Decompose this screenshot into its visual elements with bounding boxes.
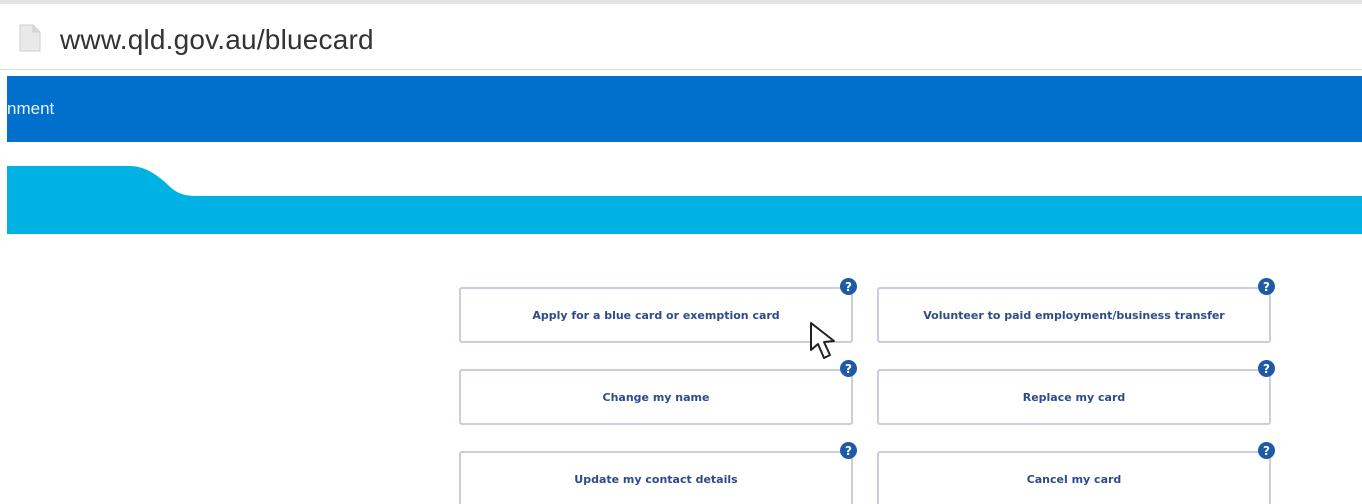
card-label: Volunteer to paid employment/business tr… xyxy=(923,308,1225,322)
screen: www.qld.gov.au/bluecard nment Apply for … xyxy=(0,0,1362,504)
change-my-name-button[interactable]: Change my name ? xyxy=(459,360,857,425)
card-label: Replace my card xyxy=(1022,390,1126,404)
update-contact-details-button[interactable]: Update my contact details ? xyxy=(459,442,857,504)
help-icon[interactable]: ? xyxy=(1258,442,1275,459)
apply-blue-card-button[interactable]: Apply for a blue card or exemption card … xyxy=(459,278,857,343)
help-icon[interactable]: ? xyxy=(1258,360,1275,377)
help-icon[interactable]: ? xyxy=(1258,278,1275,295)
page-ribbon xyxy=(7,166,1362,234)
card-label: Cancel my card xyxy=(1026,472,1122,486)
replace-my-card-button[interactable]: Replace my card ? xyxy=(877,360,1275,425)
browser-address-bar[interactable]: www.qld.gov.au/bluecard xyxy=(0,0,1362,70)
help-icon[interactable]: ? xyxy=(840,278,857,295)
site-header: nment xyxy=(7,76,1362,142)
card-label: Change my name xyxy=(602,390,710,404)
card-label: Update my contact details xyxy=(574,472,738,486)
url-text[interactable]: www.qld.gov.au/bluecard xyxy=(60,24,374,56)
cancel-my-card-button[interactable]: Cancel my card ? xyxy=(877,442,1275,504)
help-icon[interactable]: ? xyxy=(840,360,857,377)
header-partial-title[interactable]: nment xyxy=(7,99,54,119)
document-icon xyxy=(19,24,41,52)
mouse-cursor-icon xyxy=(810,322,835,359)
help-icon[interactable]: ? xyxy=(840,442,857,459)
card-label: Apply for a blue card or exemption card xyxy=(532,308,780,322)
volunteer-to-paid-transfer-button[interactable]: Volunteer to paid employment/business tr… xyxy=(877,278,1275,343)
